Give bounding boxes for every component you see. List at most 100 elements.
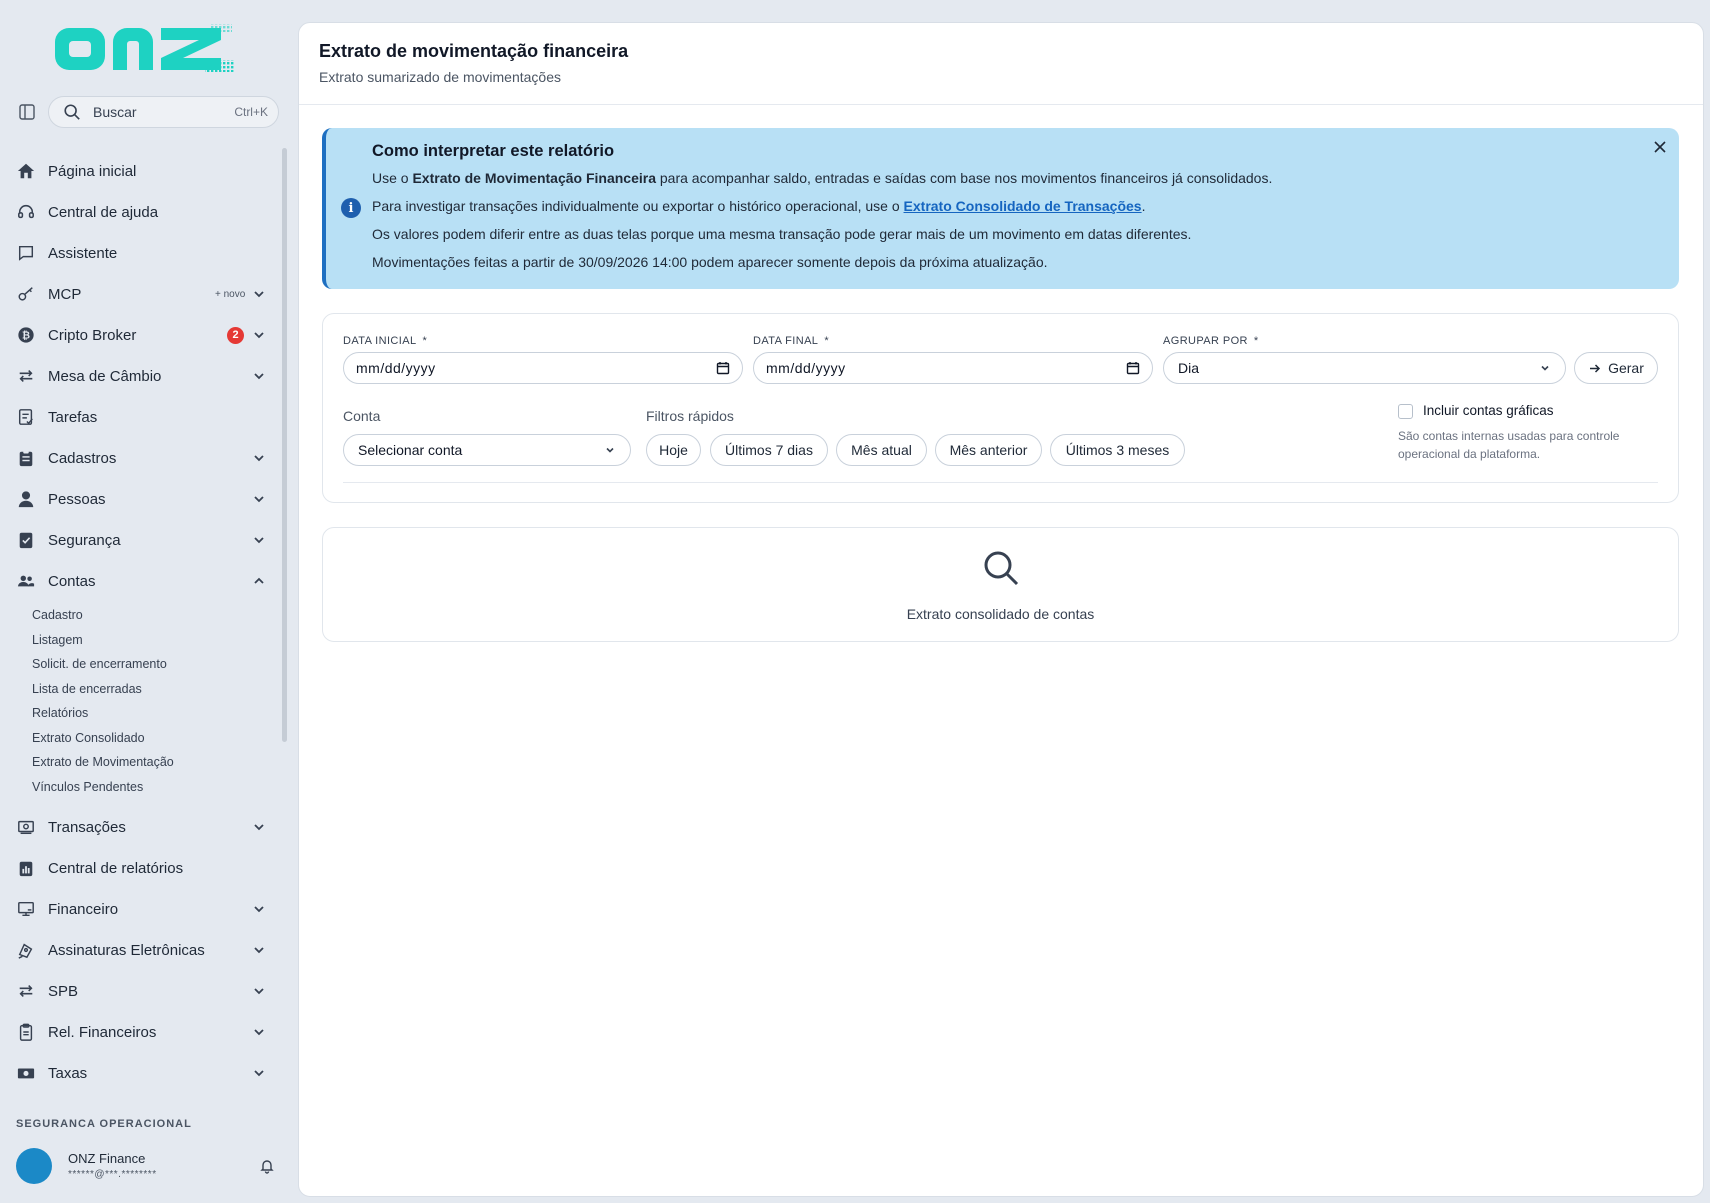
calendar-icon[interactable] xyxy=(716,361,730,375)
users-icon xyxy=(17,572,35,590)
date-end-input[interactable]: mm/dd/yyyy xyxy=(753,352,1153,384)
sidebar-item-label: Central de ajuda xyxy=(48,203,159,221)
date-start-input[interactable]: mm/dd/yyyy xyxy=(343,352,743,384)
chevron-down-icon xyxy=(254,332,264,339)
cash-icon xyxy=(17,1064,35,1082)
account-label: Conta xyxy=(343,408,381,424)
chevron-down-icon xyxy=(254,537,264,544)
sidebar-item-assistente[interactable]: Assistente xyxy=(0,236,276,270)
user-name: ONZ Finance xyxy=(68,1151,146,1166)
quick-filter-mes-anterior[interactable]: Mês anterior xyxy=(935,434,1042,466)
clipboard-icon xyxy=(17,449,35,467)
money-icon xyxy=(17,818,35,836)
sidebar-item-seguranca[interactable]: Segurança xyxy=(0,523,276,557)
sidebar-item-label: Financeiro xyxy=(48,900,119,918)
extrato-consolidado-link[interactable]: Extrato Consolidado de Transações xyxy=(904,198,1142,214)
account-select[interactable]: Selecionar conta xyxy=(343,434,631,466)
sidebar-item-spb[interactable]: SPB xyxy=(0,974,276,1008)
sidebar-subitem-solicit-encerramento[interactable]: Solicit. de encerramento xyxy=(32,657,167,671)
chevron-down-icon xyxy=(254,291,264,298)
search-shortcut: Ctrl+K xyxy=(234,105,268,119)
date-end-value: mm/dd/yyyy xyxy=(766,360,846,376)
chevron-down-icon xyxy=(254,496,264,503)
sidebar-item-label: Rel. Financeiros xyxy=(48,1023,157,1041)
info-banner-line-4: Movimentações feitas a partir de 30/09/2… xyxy=(372,254,1048,270)
quick-filter-ultimos-3-meses[interactable]: Últimos 3 meses xyxy=(1050,434,1185,466)
sidebar-item-taxas[interactable]: Taxas xyxy=(0,1056,276,1090)
sidebar-subitem-listagem[interactable]: Listagem xyxy=(32,633,83,647)
info-banner-title: Como interpretar este relatório xyxy=(372,142,615,160)
sidebar-item-label: Taxas xyxy=(48,1064,88,1082)
tasks-icon xyxy=(17,408,35,426)
sidebar: Buscar Ctrl+K Página inicial Central de … xyxy=(0,0,292,1203)
date-start-label: DATA INICIAL * xyxy=(343,335,428,347)
page-subtitle: Extrato sumarizado de movimentações xyxy=(319,69,561,85)
sidebar-item-pagina-inicial[interactable]: Página inicial xyxy=(0,154,276,188)
sidebar-item-tarefas[interactable]: Tarefas xyxy=(0,400,276,434)
quick-filters-label: Filtros rápidos xyxy=(646,408,734,424)
sidebar-item-financeiro[interactable]: Financeiro xyxy=(0,892,276,926)
chat-icon xyxy=(17,244,35,262)
sidebar-subitem-cadastro[interactable]: Cadastro xyxy=(32,608,83,622)
sidebar-item-mesa-de-cambio[interactable]: Mesa de Câmbio xyxy=(0,359,276,393)
bell-icon[interactable] xyxy=(259,1158,275,1174)
search-input[interactable]: Buscar Ctrl+K xyxy=(48,96,279,128)
chevron-down-icon xyxy=(254,824,264,831)
filter-card: DATA INICIAL * mm/dd/yyyy DATA FINAL * mm/… xyxy=(322,313,1679,503)
chevron-down-icon xyxy=(254,455,264,462)
headset-icon xyxy=(17,203,35,221)
sidebar-scrollbar[interactable] xyxy=(282,140,288,1120)
info-banner-line-1: Use o Extrato de Movimentação Financeira… xyxy=(372,170,1273,186)
sidebar-subitem-vinculos-pendentes[interactable]: Vínculos Pendentes xyxy=(32,780,143,794)
sidebar-item-label: Central de relatórios xyxy=(48,859,184,877)
generate-button[interactable]: Gerar xyxy=(1574,352,1658,384)
sidebar-item-label: Pessoas xyxy=(48,490,106,508)
finance-icon xyxy=(17,900,35,918)
sidebar-item-central-de-ajuda[interactable]: Central de ajuda xyxy=(0,195,276,229)
clipboard-doc-icon xyxy=(17,1023,35,1041)
sidebar-item-mcp[interactable]: MCP + novo xyxy=(0,277,276,311)
chevron-down-icon xyxy=(254,947,264,954)
include-graphic-accounts-label[interactable]: Incluir contas gráficas xyxy=(1423,403,1554,418)
sidebar-subitem-relatorios[interactable]: Relatórios xyxy=(32,706,88,720)
sidebar-item-label: Mesa de Câmbio xyxy=(48,367,162,385)
group-by-select[interactable]: Dia xyxy=(1163,352,1566,384)
sidebar-subitem-extrato-consolidado[interactable]: Extrato Consolidado xyxy=(32,731,145,745)
sidebar-scrollbar-thumb[interactable] xyxy=(282,148,287,742)
include-graphic-accounts-checkbox[interactable] xyxy=(1398,404,1413,419)
key-icon xyxy=(17,285,35,303)
info-banner: i Como interpretar este relatório Use o … xyxy=(322,128,1679,289)
person-icon xyxy=(17,490,35,508)
sidebar-item-assinaturas-eletronicas[interactable]: Assinaturas Eletrônicas xyxy=(0,933,276,967)
calendar-icon[interactable] xyxy=(1126,361,1140,375)
sidebar-item-contas[interactable]: Contas xyxy=(0,564,276,598)
sidebar-item-label: Página inicial xyxy=(48,162,137,180)
exchange-icon xyxy=(17,982,35,1000)
quick-filter-hoje[interactable]: Hoje xyxy=(646,434,701,466)
sidebar-toggle-icon[interactable] xyxy=(17,102,37,122)
sidebar-item-transacoes[interactable]: Transações xyxy=(0,810,276,844)
sidebar-item-central-de-relatorios[interactable]: Central de relatórios xyxy=(0,851,276,885)
avatar[interactable] xyxy=(16,1148,52,1184)
sidebar-item-pessoas[interactable]: Pessoas xyxy=(0,482,276,516)
sidebar-item-cadastros[interactable]: Cadastros xyxy=(0,441,276,475)
close-icon[interactable] xyxy=(1652,139,1668,155)
sidebar-nav: Página inicial Central de ajuda Assisten… xyxy=(0,142,292,1128)
chevron-down-icon xyxy=(254,373,264,380)
sidebar-item-cripto-broker[interactable]: ₿ Cripto Broker 2 xyxy=(0,318,276,352)
quick-filter-mes-atual[interactable]: Mês atual xyxy=(836,434,927,466)
info-banner-line-2: Para investigar transações individualmen… xyxy=(372,198,1146,214)
include-graphic-accounts-help: São contas internas usadas para controle… xyxy=(1398,429,1620,461)
sidebar-subitem-extrato-movimentacao[interactable]: Extrato de Movimentação xyxy=(32,755,174,769)
date-start-value: mm/dd/yyyy xyxy=(356,360,436,376)
sidebar-item-label: Contas xyxy=(48,572,96,590)
sidebar-item-rel-financeiros[interactable]: Rel. Financeiros xyxy=(0,1015,276,1049)
group-by-label: AGRUPAR POR * xyxy=(1163,335,1259,347)
sidebar-subitem-lista-encerradas[interactable]: Lista de encerradas xyxy=(32,682,142,696)
quick-filter-ultimos-7-dias[interactable]: Últimos 7 dias xyxy=(710,434,828,466)
user-profile[interactable]: ONZ Finance ******@***.******** xyxy=(0,1140,292,1200)
section-title-seguranca-operacional: SEGURANÇA OPERACIONAL xyxy=(16,1118,192,1127)
sidebar-item-label: Assistente xyxy=(48,244,118,262)
home-icon xyxy=(17,162,35,180)
onz-logo[interactable] xyxy=(55,22,235,76)
